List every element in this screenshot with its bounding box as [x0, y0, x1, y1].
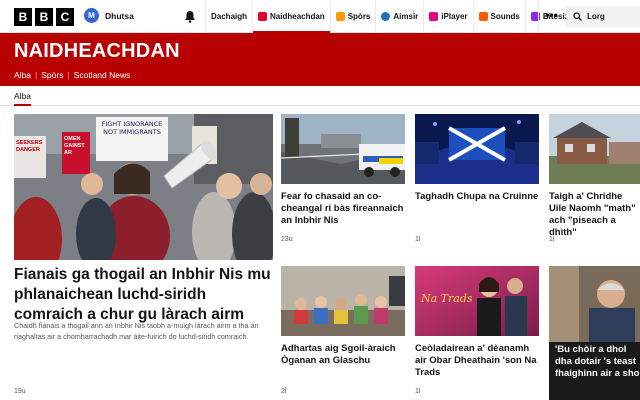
story-image-police[interactable]	[281, 114, 405, 184]
divider: |	[67, 70, 70, 80]
nav-label: Aimsir	[393, 12, 419, 21]
logo-letter: B	[14, 8, 32, 26]
story-headline[interactable]: Taigh a' Chridhe Uile Naomh "math" ach "…	[549, 191, 640, 239]
sounds-icon	[478, 12, 488, 21]
primary-nav: Dachaigh Naidheachdan Spòrs Aimsir iPlay…	[205, 0, 578, 33]
story-headline[interactable]: Taghadh Chupa na Cruinne	[415, 191, 539, 203]
nav-aimsir[interactable]: Aimsir	[375, 0, 423, 33]
iplayer-icon	[429, 12, 439, 21]
timestamp: 2l	[281, 388, 287, 395]
protest-sign-text: FIGHT IGNORANCE NOT IMMIGRANTS	[101, 120, 163, 136]
subnav-spors[interactable]: Spòrs	[41, 70, 63, 80]
lead-story-headline[interactable]: Fianais ga thogail an Inbhir Nis mu phla…	[14, 265, 273, 325]
protest-sign-text: SEEKERS DANGER	[16, 140, 43, 153]
nav-label: Dachaigh	[211, 12, 248, 21]
page-title: NAIDHEACHDAN	[14, 40, 180, 62]
account-name: Dhutsa	[105, 10, 134, 21]
nav-sounds[interactable]: Sounds	[472, 0, 525, 33]
timestamp: 1l	[415, 388, 421, 395]
timestamp: 23u	[281, 236, 293, 243]
subnav-alba[interactable]: Alba	[14, 70, 31, 80]
story-image-care-home[interactable]	[549, 114, 640, 184]
show-title-overlay: Na Trads	[421, 292, 473, 305]
story-image-nursery[interactable]	[281, 266, 405, 336]
story-card-video[interactable]: 'Bu chòir a dhol dha dotair 's teast fha…	[549, 266, 640, 400]
search-icon	[573, 12, 582, 21]
nav-spors[interactable]: Spòrs	[329, 0, 376, 33]
story-headline[interactable]: Adhartas aig Sgoil-àraich Òganan an Glas…	[281, 343, 405, 367]
story-image-world-cup[interactable]	[415, 114, 539, 184]
nav-iplayer[interactable]: iPlayer	[423, 0, 472, 33]
nav-label: Naidheachdan	[270, 12, 325, 21]
search-button[interactable]: Lorg	[566, 6, 640, 27]
nav-label: Sounds	[490, 12, 520, 21]
notifications-bell-icon[interactable]	[184, 10, 196, 23]
account-button[interactable]: M Dhutsa	[84, 8, 134, 23]
police-scene-photo	[281, 114, 405, 184]
weather-icon	[381, 12, 391, 21]
story-headline[interactable]: Ceòladairean a' dèanamh air Obar Dheatha…	[415, 343, 539, 379]
elderly-man-photo	[549, 266, 640, 342]
subnav-scotland-news[interactable]: Scotland News	[74, 70, 131, 80]
story-headline: 'Bu chòir a dhol dha dotair 's teast fha…	[555, 344, 640, 379]
story-headline[interactable]: Fear fo chasaid an co-cheangal ri bàs fi…	[281, 191, 405, 227]
nav-label: Spòrs	[347, 12, 371, 21]
section-tabs: Alba	[0, 86, 640, 106]
avatar: M	[84, 8, 99, 23]
top-navigation: B B C M Dhutsa Dachaigh Naidheachdan Spò…	[0, 0, 640, 33]
timestamp: 1l	[549, 236, 555, 243]
lead-story-image[interactable]: FIGHT IGNORANCE NOT IMMIGRANTS SEEKERS D…	[14, 114, 273, 260]
sport-icon	[335, 12, 345, 21]
world-cup-draw-photo	[415, 114, 539, 184]
news-icon	[258, 12, 268, 21]
protest-sign-text: OMEN GAINST AR	[64, 136, 85, 156]
sub-navigation: Alba | Spòrs | Scotland News	[14, 70, 130, 80]
nav-dachaigh[interactable]: Dachaigh	[205, 0, 252, 33]
timestamp: 1l	[415, 236, 421, 243]
nav-naidheachdan[interactable]: Naidheachdan	[252, 0, 330, 33]
nav-label: iPlayer	[441, 12, 468, 21]
story-image-na-trads[interactable]: Na Trads	[415, 266, 539, 336]
divider: |	[35, 70, 38, 80]
nursery-photo	[281, 266, 405, 336]
tab-alba[interactable]: Alba	[14, 91, 32, 106]
search-label: Lorg	[587, 12, 605, 21]
bbc-logo[interactable]: B B C	[14, 8, 74, 26]
more-menu-button[interactable]: •••	[538, 0, 564, 33]
logo-letter: C	[56, 8, 74, 26]
lead-story-summary: Chaidh fianais a thogail ann an Inbhir N…	[14, 321, 259, 341]
logo-letter: B	[35, 8, 53, 26]
section-header: NAIDHEACHDAN Alba | Spòrs | Scotland New…	[0, 33, 640, 86]
timestamp: 19u	[14, 388, 26, 395]
care-home-photo	[549, 114, 640, 184]
